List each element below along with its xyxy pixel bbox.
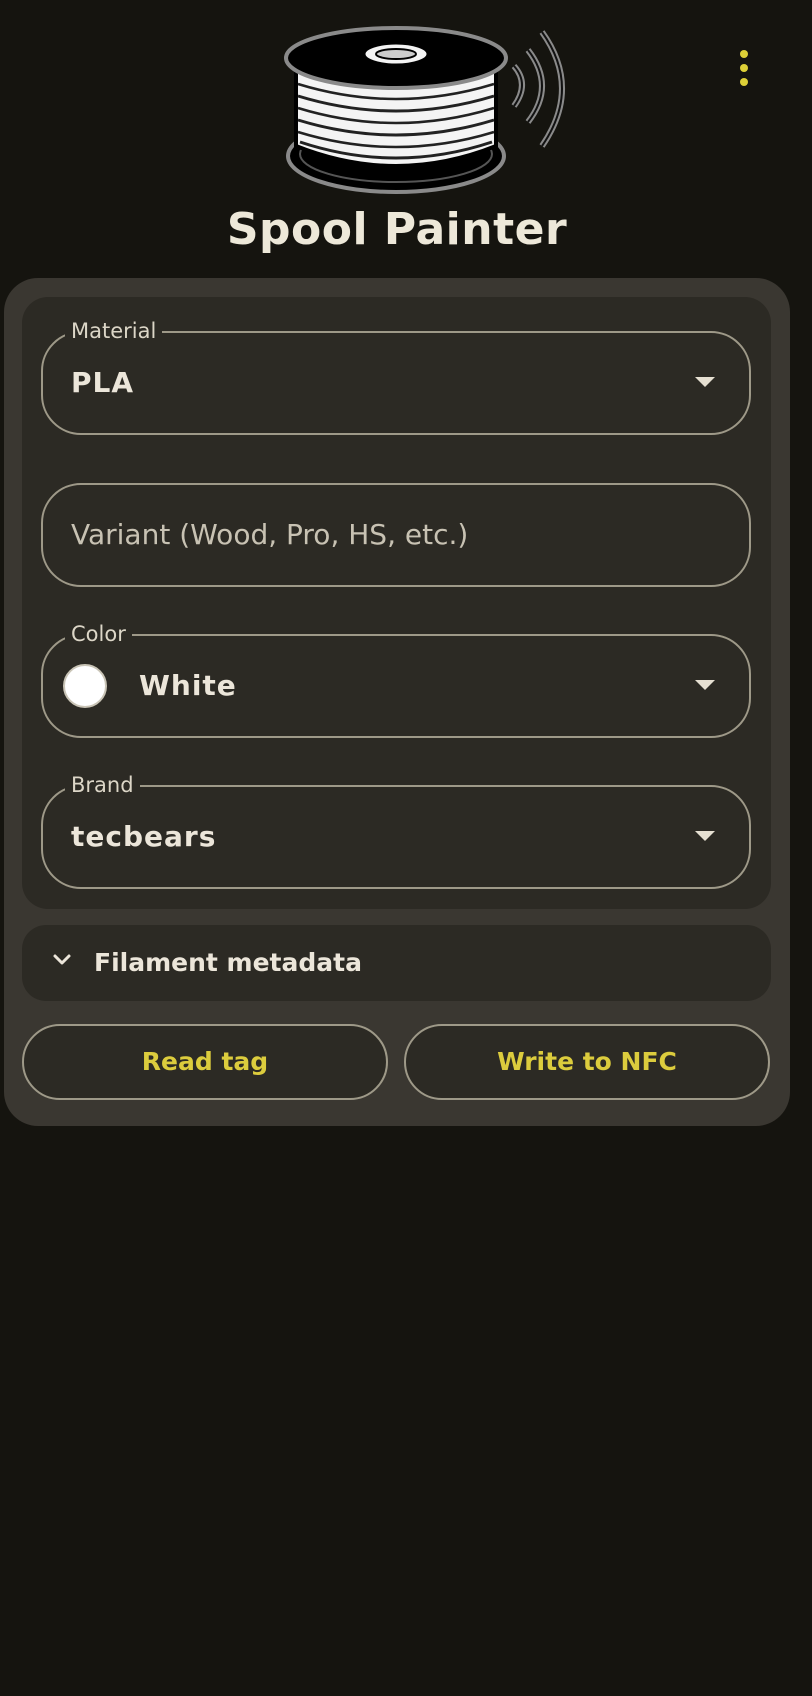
filament-metadata-label: Filament metadata <box>94 948 362 977</box>
more-vert-icon-dot <box>740 78 748 86</box>
read-tag-button[interactable]: Read tag <box>22 1024 388 1100</box>
variant-placeholder: Variant (Wood, Pro, HS, etc.) <box>71 518 469 551</box>
write-to-nfc-button[interactable]: Write to NFC <box>404 1024 770 1100</box>
color-value: White <box>139 669 237 702</box>
arrow-drop-down-icon <box>695 680 715 690</box>
material-value: PLA <box>71 366 135 399</box>
color-select[interactable]: Color White <box>41 621 751 738</box>
app-title: Spool Painter <box>226 204 568 255</box>
brand-select[interactable]: Brand tecbears <box>41 772 751 889</box>
more-options-button[interactable] <box>716 44 772 92</box>
app-screen: Spool Painter Material PLA Variant (Wood… <box>0 0 812 1696</box>
arrow-drop-down-icon <box>695 831 715 841</box>
chevron-down-icon <box>53 954 71 965</box>
material-select[interactable]: Material PLA <box>41 318 751 435</box>
spool-nfc-logo-icon <box>284 26 565 194</box>
filament-metadata-expander[interactable]: Filament metadata <box>22 925 771 1001</box>
arrow-drop-down-icon <box>695 377 715 387</box>
variant-input[interactable]: Variant (Wood, Pro, HS, etc.) <box>41 483 751 587</box>
color-label: Color <box>65 621 132 647</box>
more-vert-icon <box>740 50 748 58</box>
more-vert-icon-dot <box>740 64 748 72</box>
brand-value: tecbears <box>71 820 217 853</box>
color-swatch <box>63 664 107 708</box>
